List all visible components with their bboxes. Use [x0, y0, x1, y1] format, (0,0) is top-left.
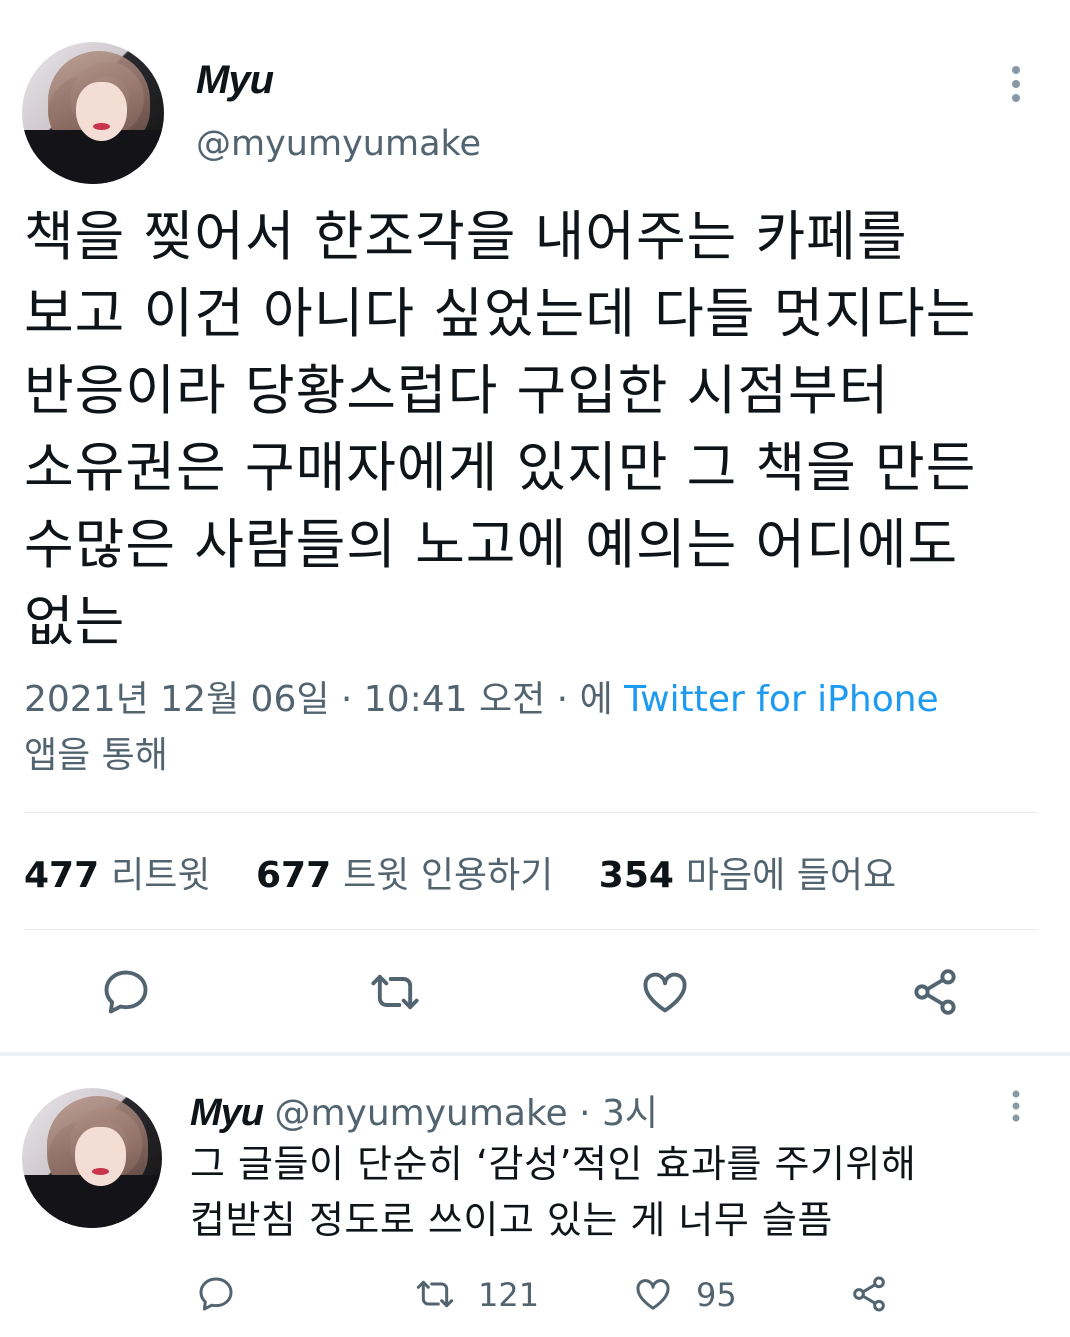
reply-icon[interactable] — [100, 966, 152, 1018]
section-separator — [0, 1052, 1070, 1056]
likes-stat[interactable]: 354 마음에 들어요 — [599, 855, 896, 896]
tweet-text-line: 책을 찢어서 한조각을 내어주는 카페를 — [24, 205, 908, 268]
reply-text-line: 그 글들이 단순히 ‘감성’적인 효과를 주기위해 — [190, 1142, 917, 1186]
tweet-text-line: 반응이라 당황스럽다 구입한 시점부터 — [24, 359, 890, 422]
retweets-stat[interactable]: 477 리트윗 — [24, 855, 211, 896]
quotes-count: 677 — [255, 855, 332, 896]
reply-share-icon[interactable] — [848, 1274, 890, 1314]
retweets-count: 477 — [24, 855, 100, 896]
reply-time[interactable]: · 3시 — [568, 1093, 658, 1134]
tweet-text-line: 보고 이건 아니다 싶었는데 다들 멋지다는 — [24, 282, 977, 345]
tweet-stats: 477 리트윗 677 트윗 인용하기 354 마음에 들어요 — [24, 846, 930, 898]
quotes-stat[interactable]: 677 트윗 인용하기 — [256, 855, 553, 896]
author-handle[interactable]: @myumyumake — [196, 124, 481, 164]
tweet-text-line: 수많은 사람들의 노고에 예의는 어디에도 — [24, 513, 959, 576]
reply-avatar[interactable] — [22, 1088, 162, 1228]
tweet-text-line: 없는 — [24, 590, 126, 653]
reply-reply-icon[interactable] — [196, 1274, 236, 1314]
reply-retweet-count: 121 — [478, 1276, 540, 1314]
reply-author-name[interactable]: Myu — [190, 1092, 264, 1134]
author-avatar[interactable] — [22, 42, 164, 184]
reply-header: Myu @myumyumake · 3시 — [190, 1084, 658, 1136]
reply-retweet-icon[interactable] — [412, 1274, 458, 1314]
tweet-source-link[interactable]: Twitter for iPhone — [624, 679, 939, 720]
like-icon[interactable] — [638, 966, 692, 1018]
author-name[interactable]: Myu — [196, 58, 274, 103]
retweets-label: 리트윗 — [111, 855, 211, 896]
reply-author-handle[interactable]: @myumyumake — [274, 1093, 567, 1134]
likes-label: 마음에 들어요 — [685, 855, 897, 896]
reply-text: 그 글들이 단순히 ‘감성’적인 효과를 주기위해 컵받침 정도로 쓰이고 있는… — [190, 1136, 1050, 1248]
likes-count: 354 — [598, 855, 674, 896]
reply-like-icon[interactable] — [632, 1274, 674, 1314]
share-icon[interactable] — [908, 966, 962, 1018]
reply-like-count: 95 — [696, 1276, 737, 1314]
more-options-icon[interactable] — [1004, 66, 1028, 102]
tweet-timestamp[interactable]: 2021년 12월 06일 · 10:41 오전 · 에 — [24, 679, 624, 720]
quotes-label: 트윗 인용하기 — [343, 855, 554, 896]
retweet-icon[interactable] — [366, 966, 424, 1018]
tweet-text-line: 소유권은 구매자에게 있지만 그 책을 만든 — [24, 436, 977, 499]
tweet-source-suffix: 앱을 통해 — [24, 735, 168, 776]
reply-text-line: 컵받침 정도로 쓰이고 있는 게 너무 슬픔 — [190, 1198, 833, 1242]
divider — [24, 812, 1038, 813]
tweet-text: 책을 찢어서 한조각을 내어주는 카페를 보고 이건 아니다 싶었는데 다들 멋… — [24, 198, 1054, 660]
reply-more-options-icon[interactable] — [1006, 1090, 1026, 1122]
divider — [24, 929, 1038, 930]
tweet-meta: 2021년 12월 06일 · 10:41 오전 · 에 Twitter for… — [24, 672, 1044, 784]
